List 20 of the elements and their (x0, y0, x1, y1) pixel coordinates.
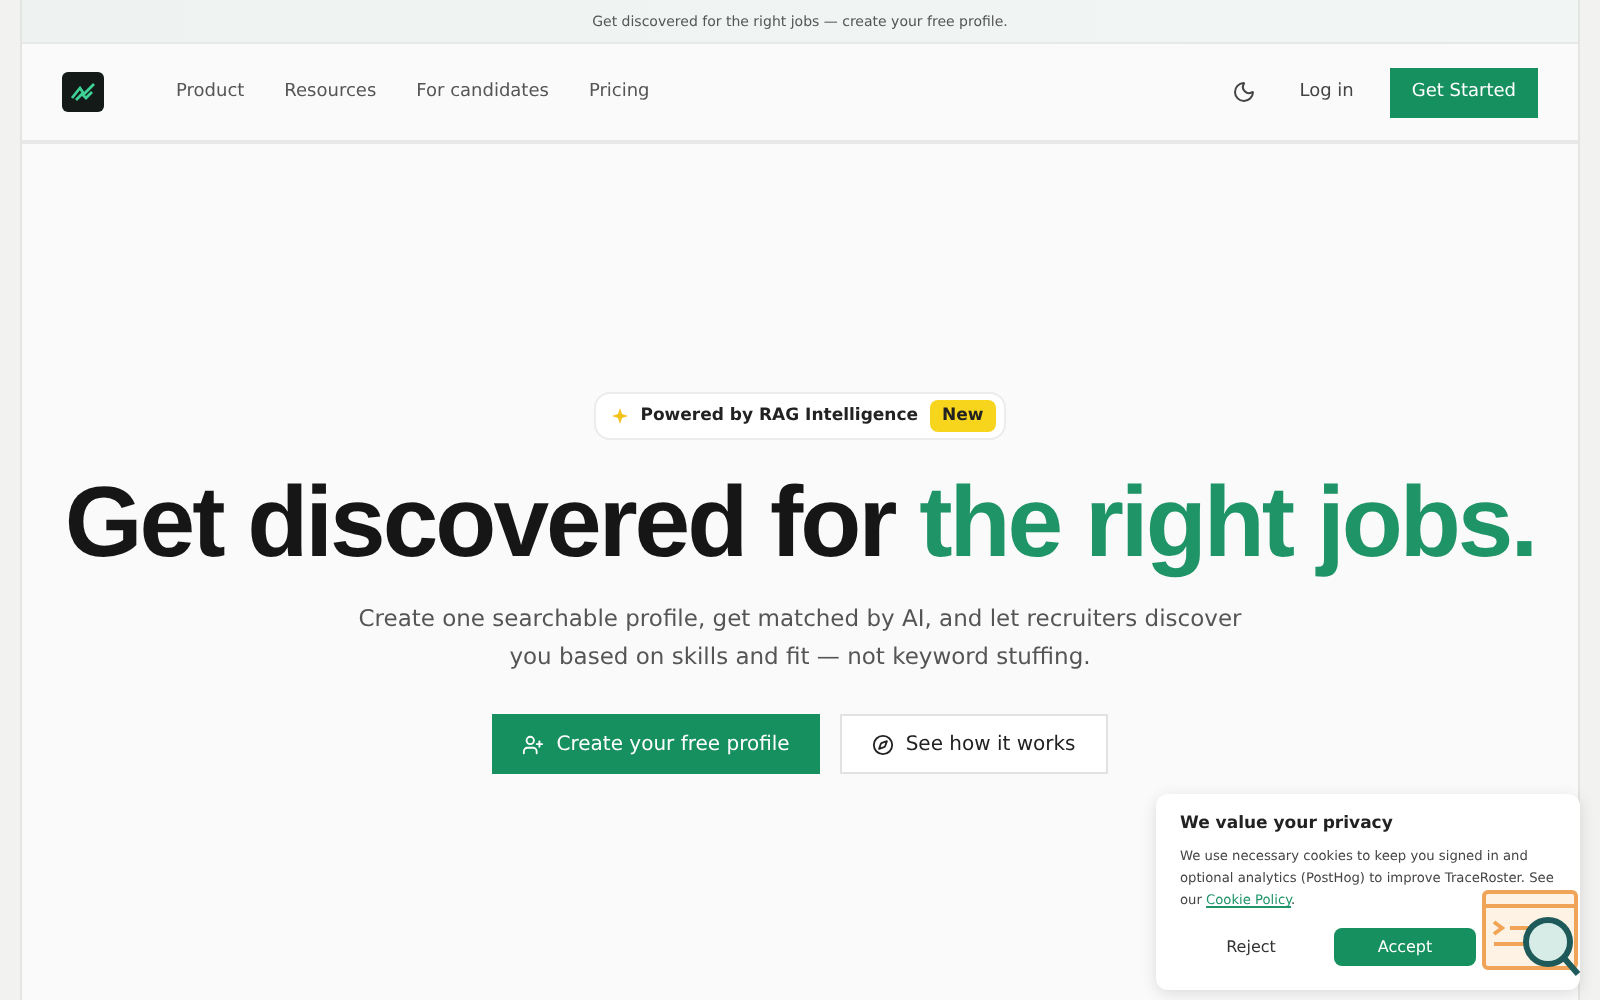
moon-icon[interactable] (1231, 80, 1256, 104)
hero-subtitle: Create one searchable profile, get matched by AI, and let recruiters discover you based on skills and fit — not keyword stuffing. (356, 602, 1244, 674)
login-link[interactable]: Log in (1299, 82, 1354, 102)
compass-icon (871, 733, 894, 755)
search-widget-icon[interactable] (1482, 890, 1582, 980)
get-started-button[interactable]: Get Started (1389, 67, 1538, 117)
cookie-title: We value your privacy (1180, 814, 1395, 834)
sparkle-icon (612, 408, 629, 424)
badge-text: Powered by RAG Intelligence (640, 406, 919, 426)
see-how-button[interactable]: See how it works (839, 714, 1108, 774)
nav-link[interactable]: Product (176, 82, 245, 102)
new-tag: New (930, 400, 996, 432)
accept-button[interactable]: Accept (1334, 928, 1476, 966)
nav-link[interactable]: Pricing (588, 82, 650, 102)
nav-link[interactable]: For candidates (416, 82, 549, 102)
nav-link[interactable]: Resources (284, 82, 377, 102)
logo-icon[interactable] (62, 72, 104, 112)
create-profile-button[interactable]: Create your free profile (492, 714, 820, 774)
user-plus-icon (522, 733, 545, 755)
hero-title: Get discovered for the right jobs. (64, 464, 1536, 580)
